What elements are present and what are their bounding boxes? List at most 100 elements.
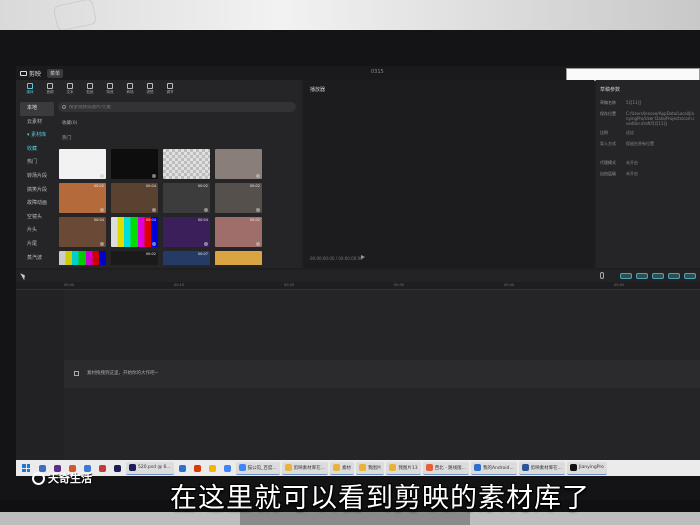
media-thumbnail[interactable]: 00:02 bbox=[111, 251, 158, 265]
media-icon bbox=[27, 83, 33, 89]
taskbar-item[interactable] bbox=[221, 462, 234, 475]
media-thumbnail[interactable] bbox=[59, 251, 106, 265]
search-box[interactable] bbox=[58, 102, 296, 112]
search-input[interactable] bbox=[69, 104, 269, 110]
snap-toggle[interactable] bbox=[620, 273, 632, 279]
sticker-icon bbox=[87, 83, 93, 89]
tool-filter[interactable]: 滤镜 bbox=[142, 80, 158, 98]
category-item[interactable]: 热门 bbox=[20, 156, 54, 170]
app-icon bbox=[129, 464, 136, 471]
download-icon[interactable] bbox=[256, 242, 260, 246]
taskbar-item[interactable]: 剪映素材库在... bbox=[518, 461, 565, 475]
zoom-toggle[interactable] bbox=[668, 273, 680, 279]
category-list: 本地 云素材 ▾ 素材库 收藏 热门 转场片段 搞笑片段 故障动画 空镜头 片头 片尾 蒸汽波 bbox=[20, 102, 54, 266]
main-track[interactable] bbox=[64, 360, 700, 388]
category-item[interactable]: 片尾 bbox=[20, 238, 54, 252]
preview-toggle[interactable] bbox=[652, 273, 664, 279]
windows-start-icon[interactable] bbox=[22, 464, 30, 472]
tool-adjust[interactable]: 调节 bbox=[162, 80, 178, 98]
tool-text[interactable]: 文本 bbox=[62, 80, 78, 98]
download-icon[interactable] bbox=[100, 174, 104, 178]
player-timecode: 00:00:00:00 / 00:00:00:00 bbox=[310, 256, 363, 261]
taskbar-item[interactable]: 西北 - 路线版... bbox=[422, 461, 469, 475]
app-icon bbox=[99, 464, 106, 472]
download-icon[interactable] bbox=[256, 208, 260, 212]
media-thumbnail[interactable]: 00:04 bbox=[111, 183, 158, 213]
taskbar-item[interactable]: 剪映素材库在... bbox=[281, 461, 328, 475]
download-icon[interactable] bbox=[204, 208, 208, 212]
thumbnail-duration: 00:04 bbox=[197, 218, 208, 222]
fit-toggle[interactable] bbox=[684, 273, 696, 279]
hot-label: 热门 bbox=[62, 136, 71, 141]
media-placeholder-icon bbox=[74, 370, 79, 376]
ruler-tick: 00:20 bbox=[284, 283, 295, 287]
download-icon[interactable] bbox=[100, 208, 104, 212]
download-icon[interactable] bbox=[152, 174, 156, 178]
player-title: 播放器 bbox=[310, 87, 326, 93]
prop-key: 保存位置 bbox=[600, 111, 616, 116]
taskbar-label: 我的Android... bbox=[482, 465, 514, 471]
thumbnail-duration: 00:02 bbox=[249, 184, 260, 188]
media-thumbnail[interactable]: 00:02 bbox=[163, 183, 210, 213]
app-icon bbox=[389, 464, 397, 471]
taskbar-item[interactable]: 520.psd @ 6... bbox=[126, 461, 174, 475]
tool-transition[interactable]: 转场 bbox=[122, 80, 138, 98]
media-thumbnail[interactable]: 00:02 bbox=[215, 183, 262, 213]
prop-value: 未开启 bbox=[626, 171, 638, 176]
tool-sticker[interactable]: 贴纸 bbox=[82, 80, 98, 98]
timeline-area[interactable]: 素材拖拽到这里，开始你的大作吧~ bbox=[16, 290, 700, 460]
media-thumbnail[interactable] bbox=[163, 149, 210, 179]
media-thumbnail[interactable]: 00:04 bbox=[163, 217, 210, 247]
adjust-icon bbox=[167, 83, 173, 89]
windows-taskbar: 520.psd @ 6... 猫公馆_百度... 剪映素材库在... 素材 我图片 我图片… bbox=[16, 460, 700, 476]
category-item[interactable]: 搞笑片段 bbox=[20, 184, 54, 198]
taskbar-item[interactable]: 猫公馆_百度... bbox=[235, 461, 280, 475]
download-icon[interactable] bbox=[256, 174, 260, 178]
download-icon[interactable] bbox=[204, 242, 208, 246]
app-icon bbox=[332, 464, 340, 471]
taskbar-item[interactable] bbox=[96, 462, 109, 475]
category-item[interactable]: 转场片段 bbox=[20, 170, 54, 184]
tool-media[interactable]: 媒体 bbox=[22, 80, 38, 98]
category-item[interactable]: 收藏 bbox=[20, 143, 54, 157]
media-thumbnail[interactable] bbox=[59, 149, 106, 179]
media-thumbnail[interactable]: 00:02 bbox=[59, 183, 106, 213]
category-item[interactable]: 片头 bbox=[20, 224, 54, 238]
ruler-tick: 00:10 bbox=[174, 283, 185, 287]
download-icon[interactable] bbox=[152, 208, 156, 212]
download-icon[interactable] bbox=[204, 174, 208, 178]
download-icon[interactable] bbox=[100, 242, 104, 246]
taskbar-item[interactable] bbox=[191, 462, 204, 475]
media-thumbnail[interactable] bbox=[215, 149, 262, 179]
category-item[interactable]: 空镜头 bbox=[20, 211, 54, 225]
media-thumbnail[interactable]: 00:04 bbox=[111, 217, 158, 247]
tool-audio[interactable]: 音频 bbox=[42, 80, 58, 98]
category-item[interactable]: 蒸汽波 bbox=[20, 252, 54, 266]
category-item[interactable]: ▾ 素材库 bbox=[20, 129, 54, 143]
taskbar-item[interactable]: 我图片 bbox=[355, 461, 385, 475]
taskbar-item[interactable]: 素材 bbox=[329, 461, 354, 475]
play-icon[interactable] bbox=[361, 255, 365, 259]
tool-effects[interactable]: 特效 bbox=[102, 80, 118, 98]
menu-button[interactable]: 菜单 bbox=[47, 68, 64, 78]
media-thumbnail[interactable]: 00:04 bbox=[59, 217, 106, 247]
link-toggle[interactable] bbox=[636, 273, 648, 279]
taskbar-item[interactable] bbox=[206, 462, 219, 475]
microphone-icon[interactable] bbox=[600, 272, 604, 279]
category-item[interactable]: 故障动画 bbox=[20, 197, 54, 211]
taskbar-item[interactable] bbox=[111, 462, 124, 475]
media-thumbnail[interactable] bbox=[215, 251, 262, 265]
taskbar-item[interactable]: JianyingPro bbox=[566, 461, 607, 475]
category-item[interactable]: 本地 bbox=[20, 102, 54, 116]
download-icon[interactable] bbox=[152, 242, 156, 246]
prop-key: 自由层级 bbox=[600, 171, 616, 176]
media-thumbnail[interactable]: 00:07 bbox=[163, 251, 210, 265]
taskbar-item[interactable]: 我的Android... bbox=[470, 461, 517, 475]
media-thumbnail[interactable]: 00:02 bbox=[215, 217, 262, 247]
category-item[interactable]: 云素材 bbox=[20, 116, 54, 130]
select-cursor-icon[interactable] bbox=[20, 271, 27, 281]
media-thumbnail[interactable] bbox=[111, 149, 158, 179]
taskbar-item[interactable]: 我图片13 bbox=[386, 461, 421, 475]
media-toolbar: 媒体 音频 文本 贴纸 特效 转场 滤镜 调节 bbox=[16, 80, 302, 98]
taskbar-item[interactable] bbox=[176, 462, 189, 475]
